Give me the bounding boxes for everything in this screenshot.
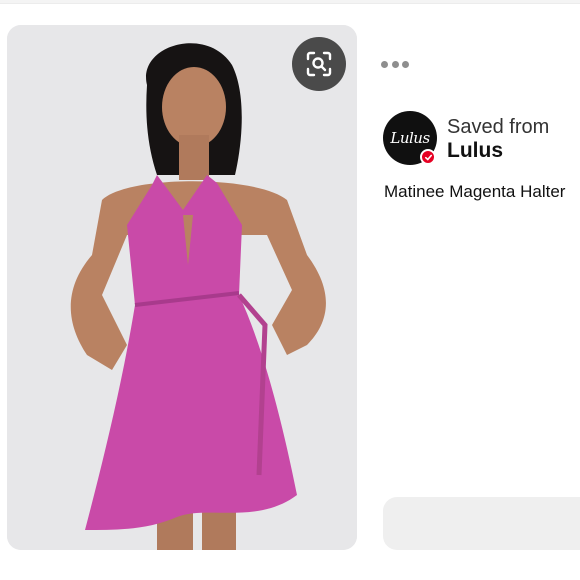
pin-image[interactable] [7, 25, 357, 550]
top-divider [0, 0, 580, 4]
comment-input-area[interactable] [383, 497, 580, 550]
ellipsis-icon [381, 60, 388, 68]
verified-check-icon [420, 149, 436, 165]
source-logo-text: Lulus [390, 129, 430, 147]
ellipsis-icon [391, 60, 399, 68]
visual-search-icon [306, 51, 332, 77]
more-options-button[interactable] [378, 55, 412, 73]
saved-from-label: Saved from [447, 116, 550, 138]
visual-search-button[interactable] [292, 37, 346, 91]
pin-title: Matinee Magenta Halter [384, 182, 566, 201]
ellipsis-icon [402, 60, 409, 68]
source-name-link[interactable]: Lulus [447, 139, 549, 163]
saved-from-block: Saved from Lulus [447, 116, 549, 163]
